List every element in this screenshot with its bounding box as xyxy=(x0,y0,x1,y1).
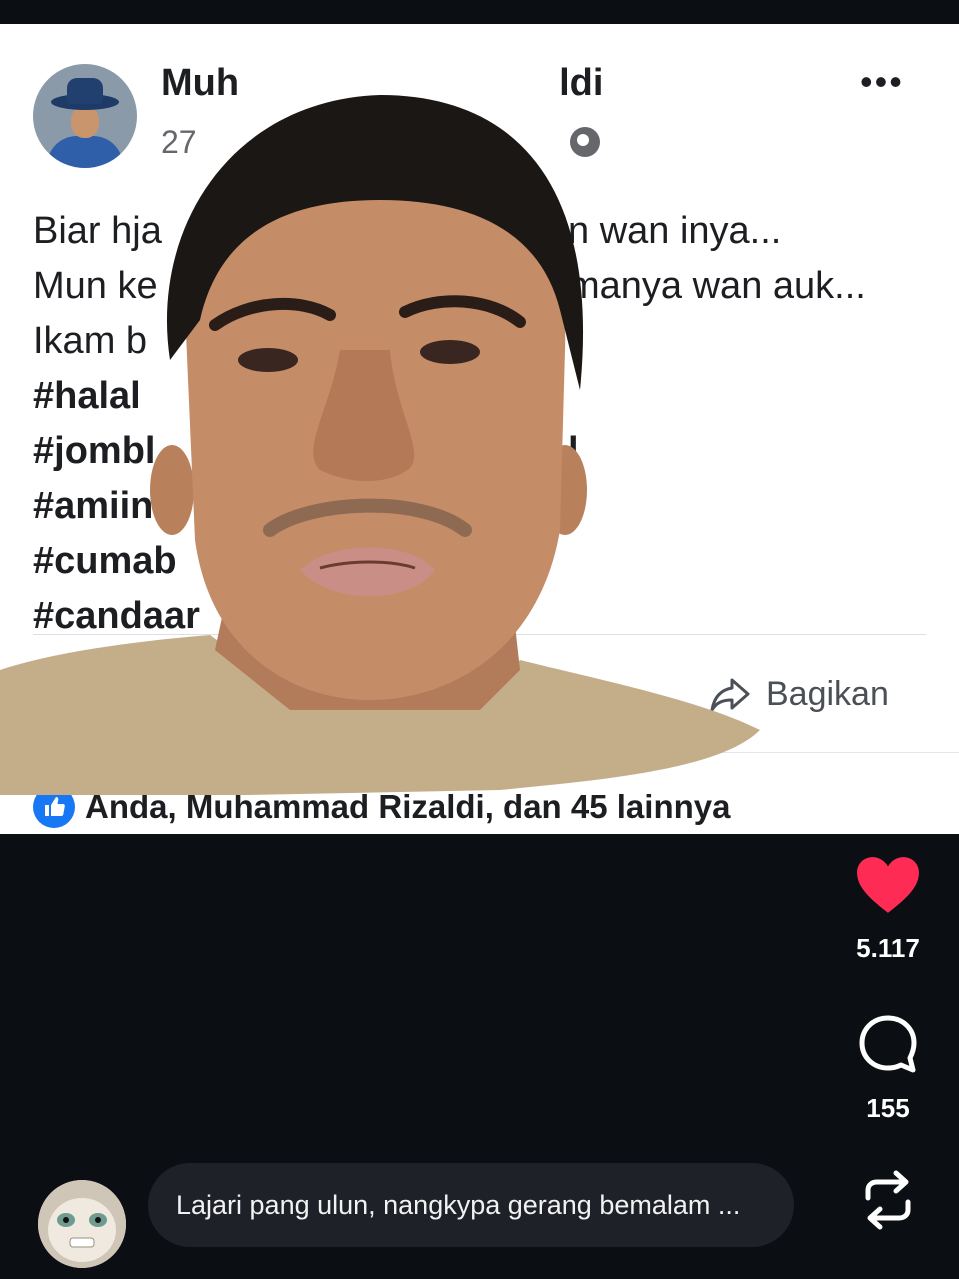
comment-preview-bubble[interactable]: Lajari pang ulun, nangkypa gerang bemala… xyxy=(148,1163,794,1247)
repost-icon[interactable] xyxy=(858,1168,918,1232)
share-label: Bagikan xyxy=(766,674,889,713)
comment-action[interactable]: 155 xyxy=(845,1013,931,1124)
comment-preview-text: Lajari pang ulun, nangkypa gerang bemala… xyxy=(176,1189,741,1220)
more-icon: ••• xyxy=(860,61,904,102)
like-count: 5.117 xyxy=(856,933,920,963)
person-cutout xyxy=(0,95,760,795)
like-action[interactable]: 5.117 xyxy=(845,855,931,964)
comment-icon[interactable] xyxy=(857,1013,919,1075)
cat-avatar-icon xyxy=(38,1180,126,1268)
heart-icon[interactable] xyxy=(855,855,921,915)
commenter-avatar[interactable] xyxy=(38,1180,126,1268)
comment-count: 155 xyxy=(866,1093,910,1123)
facebook-post-screenshot: Muh ldi 27 ••• Biar hja n wan inya... Mun … xyxy=(0,24,959,834)
repost-action[interactable] xyxy=(845,1168,931,1232)
